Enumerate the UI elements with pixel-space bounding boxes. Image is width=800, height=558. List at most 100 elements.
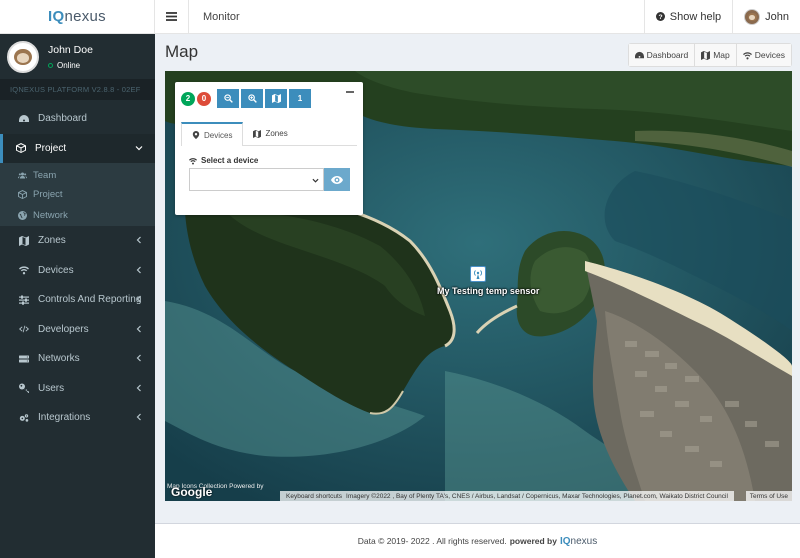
sidebar-item-integrations[interactable]: Integrations (0, 403, 155, 433)
sidebar-item-devices[interactable]: Devices (0, 256, 155, 286)
device-select[interactable] (189, 168, 324, 191)
user-status-label: Online (57, 60, 81, 70)
signal-tower-icon (474, 270, 482, 279)
users-icon (18, 172, 27, 178)
dashboard-icon (19, 114, 29, 122)
footer-powered-by: powered by (509, 536, 557, 546)
google-logo: Google (171, 485, 213, 499)
chevron-left-icon (136, 354, 141, 362)
view-map-button[interactable]: Map (694, 44, 736, 66)
cube-icon (18, 189, 27, 199)
globe-icon (18, 210, 27, 220)
sidebar-item-label: Developers (38, 323, 89, 335)
terms-of-use-link[interactable]: Terms of Use (745, 491, 792, 501)
dashboard-icon (634, 51, 644, 58)
view-dashboard-label: Dashboard (646, 50, 689, 60)
user-name: John Doe (48, 43, 93, 56)
chevron-left-icon (136, 236, 141, 244)
footer-logo-nexus[interactable]: nexus (571, 536, 598, 547)
sidebar-item-label: Users (38, 382, 65, 394)
sidebar-subitem-team[interactable]: Team (0, 163, 155, 184)
eye-icon (331, 175, 343, 184)
show-help-button[interactable]: ? Show help (643, 0, 732, 34)
sidebar-item-label: Networks (38, 353, 80, 365)
zoom-out-button[interactable] (217, 89, 239, 108)
chevron-left-icon (136, 266, 141, 273)
map-layer-button[interactable] (265, 89, 287, 108)
keyboard-shortcuts-link[interactable]: Keyboard shortcuts (284, 493, 344, 500)
panel-tabs: Devices Zones (181, 122, 357, 146)
sidebar: John Doe Online IQNEXUS PLATFORM V2.8.8 … (0, 34, 155, 558)
chevron-left-icon (136, 295, 141, 303)
user-menu[interactable]: John (732, 0, 800, 34)
sidebar-item-project[interactable]: Project (0, 133, 155, 163)
map-icon (701, 50, 711, 60)
zoom-in-button[interactable] (241, 89, 263, 108)
view-devices-label: Devices (754, 50, 785, 60)
sidebar-subitem-network[interactable]: Network (0, 204, 155, 226)
cube-icon (16, 143, 26, 154)
avatar (7, 40, 39, 73)
sidebar-item-label: Project (35, 142, 67, 154)
sidebar-item-label: Zones (38, 235, 66, 247)
imagery-credit: Imagery ©2022 , Bay of Plenty TA's, CNES… (346, 492, 728, 500)
footer-logo-iq[interactable]: IQ (560, 536, 571, 547)
question-circle-icon: ? (655, 12, 665, 21)
tab-devices[interactable]: Devices (181, 122, 244, 146)
footer-copyright: Data © 2019- 2022 . All rights reserved. (357, 536, 507, 546)
view-switcher: Dashboard Map Devices (627, 43, 792, 67)
sidebar-subitem-project[interactable]: Project (0, 184, 155, 204)
device-marker-label: My Testing temp sensor (437, 286, 540, 296)
hamburger-icon (166, 12, 177, 21)
server-icon (19, 355, 29, 363)
wifi-icon (19, 266, 29, 275)
sidebar-item-zones[interactable]: Zones (0, 226, 155, 256)
code-icon (19, 325, 29, 333)
chevron-down-icon (312, 178, 319, 183)
sidebar-item-users[interactable]: Users (0, 374, 155, 404)
view-map-label: Map (713, 50, 730, 60)
chevron-left-icon (136, 384, 141, 391)
select-device-label: Select a device (189, 156, 258, 165)
tab-zones-label: Zones (265, 129, 288, 138)
project-submenu: Team Project Network (0, 163, 155, 226)
user-menu-name: John (765, 10, 789, 23)
sidebar-item-label: Controls And Reporting (38, 294, 142, 306)
user-status: Online (48, 61, 93, 70)
view-device-button[interactable] (324, 168, 350, 191)
search-minus-icon (223, 94, 233, 103)
device-marker[interactable] (470, 266, 486, 282)
sidebar-item-label: Dashboard (38, 113, 87, 125)
chevron-left-icon (136, 413, 141, 421)
sidebar-item-controls-and-reporting[interactable]: Controls And Reporting (0, 285, 155, 315)
footer: Data © 2019- 2022 . All rights reserved.… (155, 523, 800, 558)
map-marker-icon (192, 131, 200, 139)
satellite-map[interactable]: My Testing temp sensor 2 0 1 Devices Zon… (165, 71, 792, 501)
page-title: Map (165, 42, 199, 61)
avatar (744, 8, 761, 25)
view-dashboard-button[interactable]: Dashboard (628, 44, 695, 66)
content-header: Map Dashboard Map Devices (155, 34, 800, 71)
platform-version: IQNEXUS PLATFORM V2.8.8 - 02EF (0, 79, 155, 100)
wifi-icon (742, 51, 752, 59)
sidebar-item-networks[interactable]: Networks (0, 344, 155, 374)
svg-text:?: ? (658, 14, 662, 21)
layer-count-button[interactable]: 1 (289, 89, 311, 108)
sidebar-item-dashboard[interactable]: Dashboard (0, 104, 155, 134)
map-icon (253, 129, 262, 138)
map-icon (271, 94, 281, 103)
chevron-down-icon (135, 145, 143, 150)
sidebar-toggle-button[interactable] (155, 0, 189, 34)
view-devices-button[interactable]: Devices (735, 44, 791, 66)
app-logo[interactable]: IQ nexus (0, 0, 155, 34)
offline-count-badge: 0 (197, 91, 211, 106)
logo-iq: IQ (48, 8, 65, 25)
sliders-icon (19, 295, 29, 305)
wifi-icon (189, 157, 197, 165)
user-panel: John Doe Online (0, 34, 155, 79)
tab-zones[interactable]: Zones (243, 122, 297, 145)
sidebar-item-developers[interactable]: Developers (0, 315, 155, 345)
show-help-label: Show help (669, 10, 722, 23)
select-device-text: Select a device (201, 156, 259, 165)
collapse-panel-icon[interactable] (346, 91, 354, 93)
